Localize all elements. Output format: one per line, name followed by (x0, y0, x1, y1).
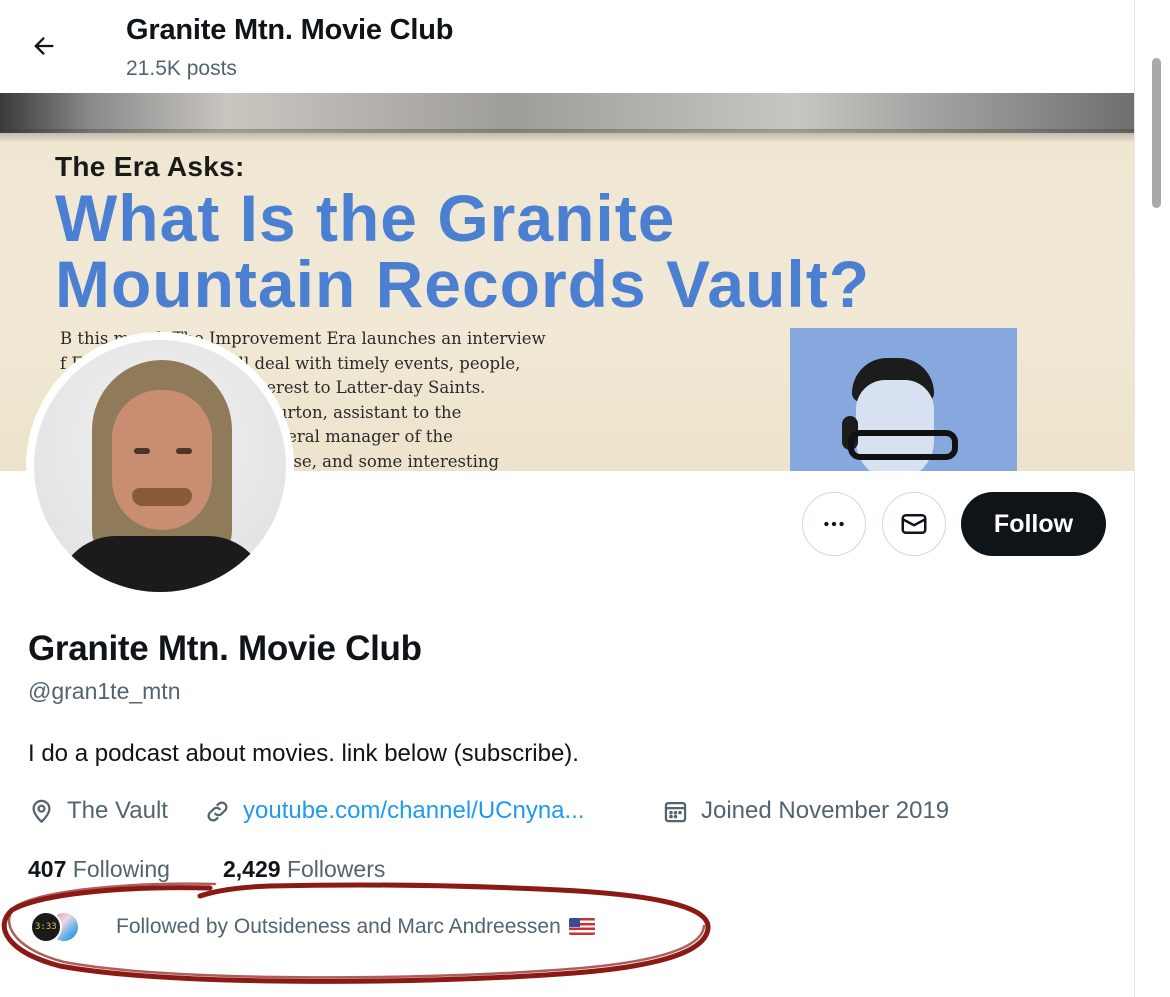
profile-handle: @gran1te_mtn (28, 678, 181, 704)
arrow-left-icon (34, 37, 54, 55)
avatar-image (34, 340, 286, 592)
banner-kicker: The Era Asks: (55, 151, 245, 182)
header-title: Granite Mtn. Movie Club (126, 14, 454, 46)
profile-joined-date: Joined November 2019 (662, 797, 949, 825)
profile-name: Granite Mtn. Movie Club (28, 629, 422, 668)
calendar-icon (664, 801, 687, 822)
link-icon (207, 801, 228, 821)
followed-by-text: Followed by Outsideness and Marc Andrees… (116, 915, 595, 939)
banner-photo-edge (0, 93, 1134, 133)
followers-label: Followers (286, 856, 386, 882)
profile-website[interactable]: youtube.com/channel/UCnyna... (204, 797, 585, 825)
banner-shadow (0, 129, 1134, 143)
following-count-link[interactable]: 407 Following (28, 856, 170, 883)
banner-headline-line2: Mountain Records Vault? (55, 247, 871, 321)
profile-avatar[interactable] (26, 332, 294, 600)
scrollbar-thumb[interactable] (1152, 58, 1161, 208)
joined-text: Joined November 2019 (701, 797, 950, 824)
follower-avatar (30, 911, 62, 943)
location-text: The Vault (67, 797, 168, 824)
followers-count: 2,429 (223, 856, 281, 882)
us-flag-icon (568, 918, 595, 935)
location-pin-icon (32, 799, 51, 823)
header-posts-count: 21.5K posts (126, 57, 237, 80)
profile-header: Granite Mtn. Movie Club 21.5K posts (0, 0, 1134, 93)
envelope-icon (901, 514, 927, 534)
back-button[interactable] (22, 24, 66, 68)
banner-portrait-illustration (790, 328, 1017, 471)
profile-bio: I do a podcast about movies. link below … (28, 740, 579, 767)
message-button[interactable] (882, 492, 946, 556)
follow-button[interactable]: Follow (961, 492, 1106, 556)
banner-headline-line1: What Is the Granite (55, 181, 676, 255)
website-link[interactable]: youtube.com/channel/UCnyna... (243, 797, 585, 825)
followers-count-link[interactable]: 2,429 Followers (223, 856, 385, 883)
following-label: Following (72, 856, 170, 882)
followed-by-names: Followed by Outsideness and Marc Andrees… (116, 915, 561, 938)
followed-by-row[interactable]: Followed by Outsideness and Marc Andrees… (30, 910, 595, 944)
more-horizontal-icon (824, 521, 844, 527)
profile-location: The Vault (28, 797, 168, 825)
more-options-button[interactable] (802, 492, 866, 556)
following-count: 407 (28, 856, 67, 882)
